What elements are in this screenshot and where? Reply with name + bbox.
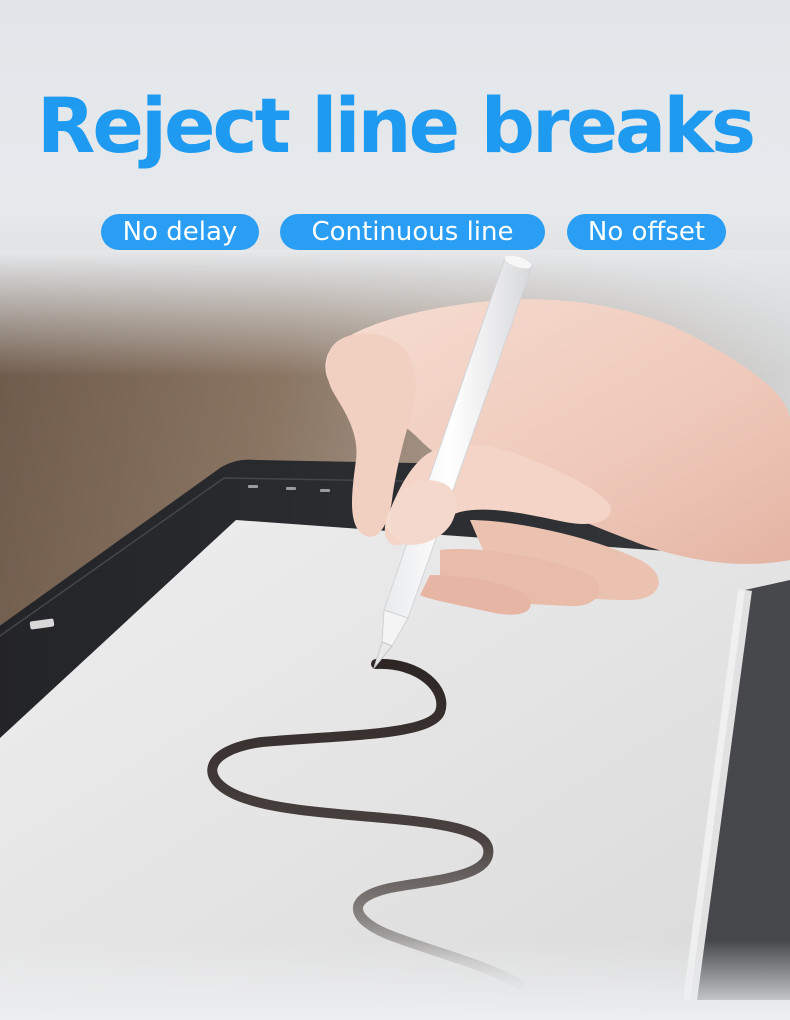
- feature-pills: No delay Continuous line No offset: [0, 214, 790, 254]
- product-banner: Reject line breaks No delay Continuous l…: [0, 0, 790, 1020]
- feature-pill-no-offset: No offset: [567, 214, 726, 250]
- feature-pill-no-delay: No delay: [101, 214, 259, 250]
- bottom-fade: [0, 940, 790, 1020]
- feature-pill-continuous-line: Continuous line: [280, 214, 545, 250]
- headline: Reject line breaks: [36, 81, 756, 170]
